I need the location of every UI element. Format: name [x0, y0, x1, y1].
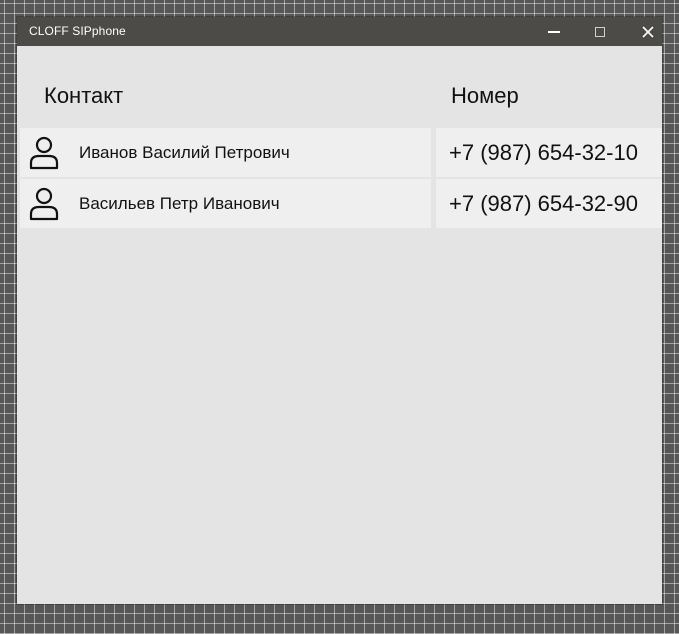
column-header-contact[interactable]: Контакт — [44, 83, 123, 109]
maximize-icon — [595, 27, 605, 37]
number-cell[interactable]: +7 (987) 654-32-10 — [436, 128, 662, 177]
person-icon — [29, 136, 59, 170]
contact-phone: +7 (987) 654-32-90 — [449, 191, 638, 216]
contact-name: Васильев Петр Иванович — [79, 194, 280, 213]
window-title: CLOFF SIPphone — [29, 24, 126, 38]
contact-list: Иванов Василий Петрович +7 (987) 654-32-… — [20, 128, 662, 230]
table-header: Контакт Номер — [17, 46, 662, 128]
title-bar[interactable]: CLOFF SIPphone — [17, 17, 662, 46]
contact-cell[interactable]: Васильев Петр Иванович — [20, 179, 431, 228]
table-row[interactable]: Васильев Петр Иванович +7 (987) 654-32-9… — [20, 179, 662, 228]
person-icon — [29, 187, 59, 221]
minimize-button[interactable] — [531, 17, 577, 46]
maximize-button[interactable] — [577, 17, 623, 46]
table-row[interactable]: Иванов Василий Петрович +7 (987) 654-32-… — [20, 128, 662, 177]
contact-phone: +7 (987) 654-32-10 — [449, 140, 638, 165]
contact-name: Иванов Василий Петрович — [79, 143, 290, 162]
minimize-icon — [548, 31, 560, 33]
column-header-number[interactable]: Номер — [451, 83, 519, 109]
close-icon — [642, 26, 654, 38]
close-button[interactable] — [625, 17, 662, 46]
app-window: CLOFF SIPphone Контакт Номер Иванов Васи… — [17, 17, 662, 604]
number-cell[interactable]: +7 (987) 654-32-90 — [436, 179, 662, 228]
contact-cell[interactable]: Иванов Василий Петрович — [20, 128, 431, 177]
